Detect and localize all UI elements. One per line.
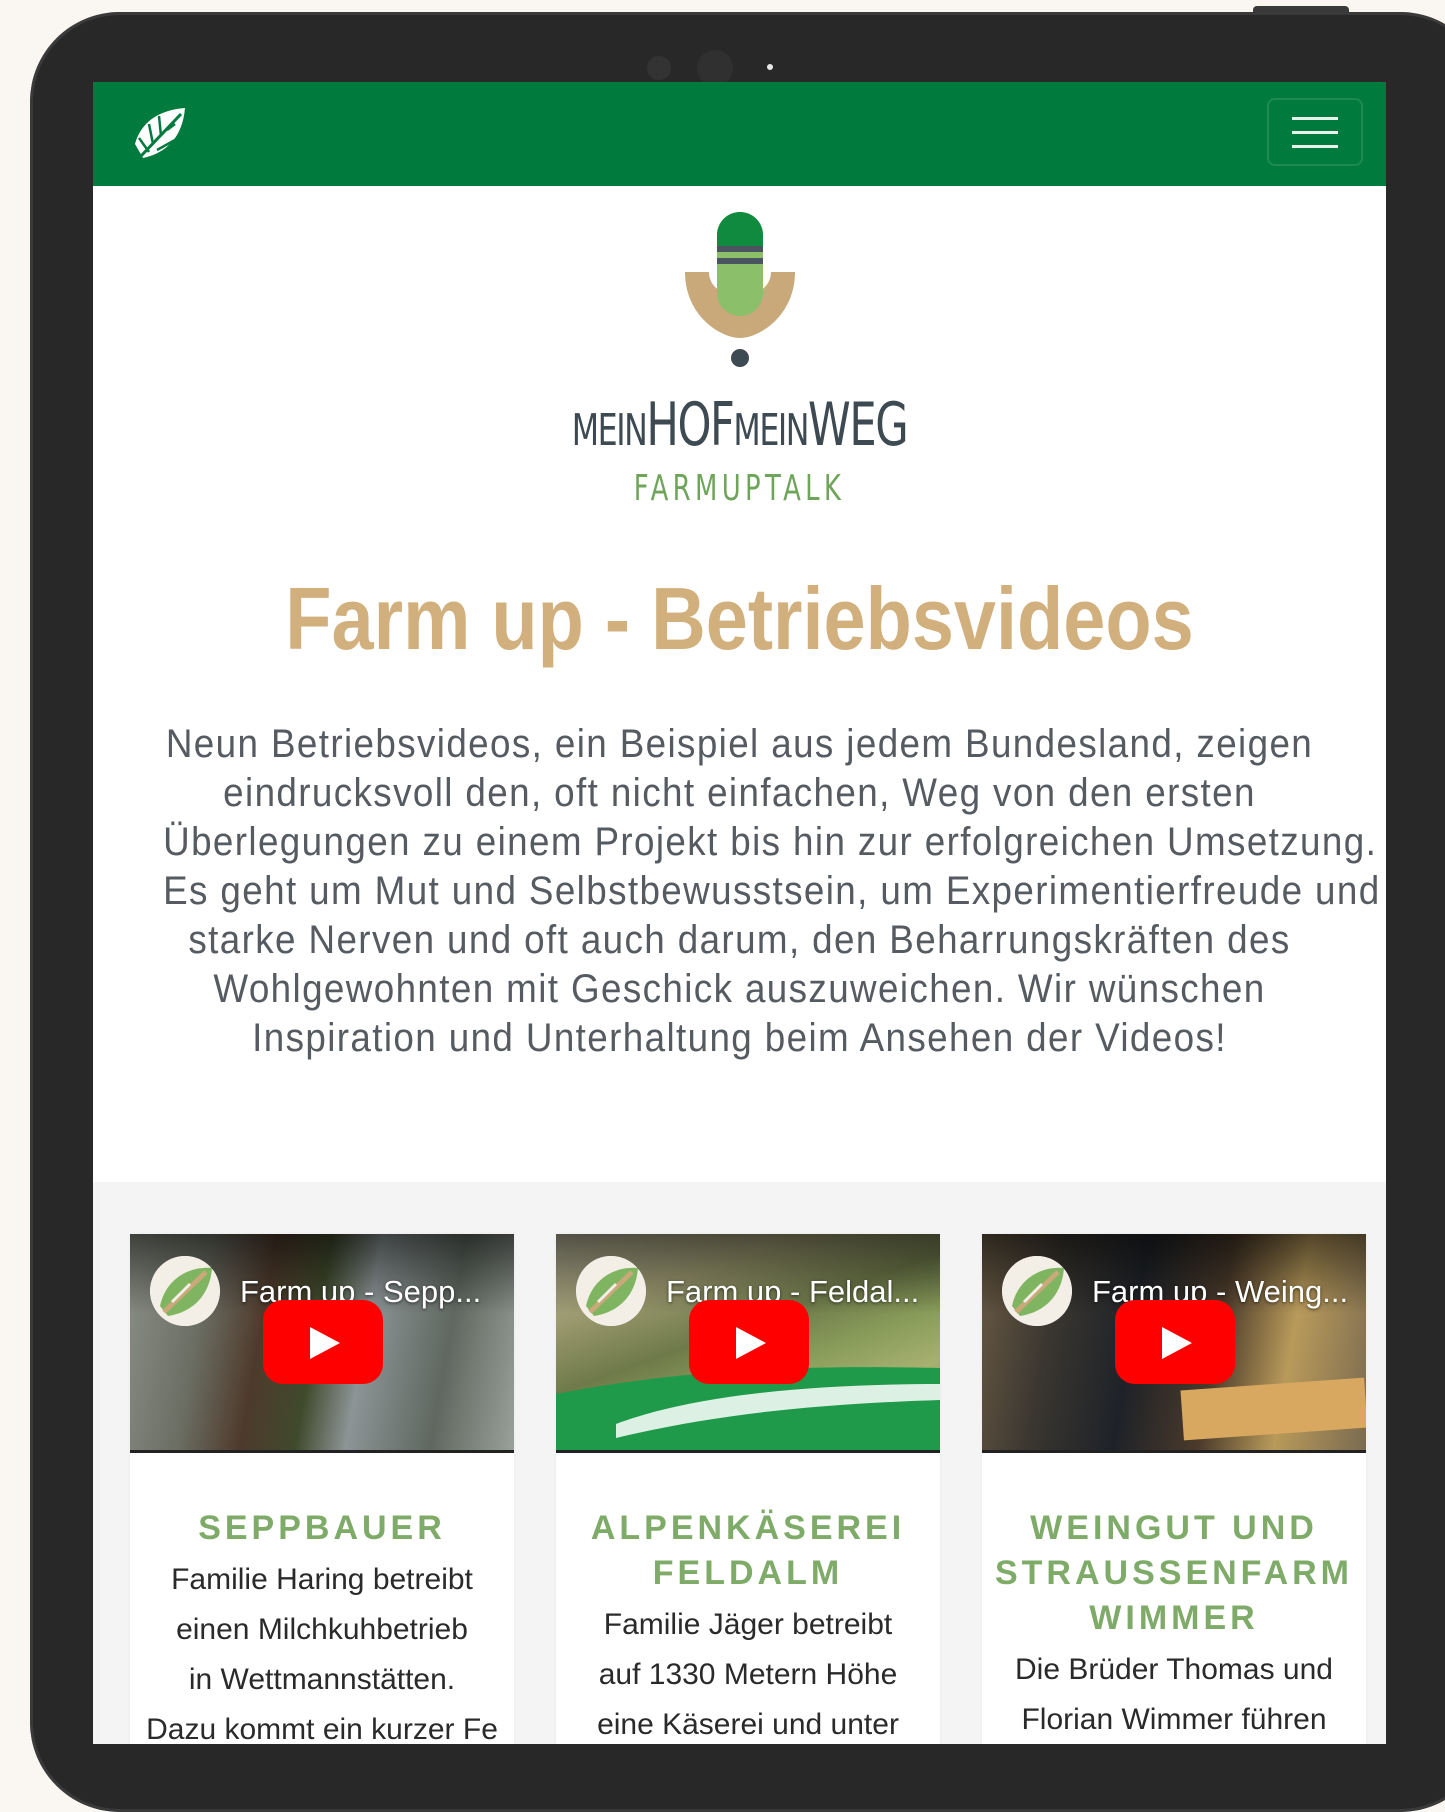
intro-line: eindrucksvoll den, oft nicht einfachen, …	[223, 771, 1256, 815]
video-card-feldalm: Farm up - Feldal... ALPENKÄSEREI FELDALM…	[556, 1234, 940, 1744]
card-title: ALPENKÄSEREI FELDALM	[556, 1506, 940, 1596]
navbar	[93, 82, 1386, 186]
card-description: Familie Jäger betreibt auf 1330 Metern H…	[566, 1600, 930, 1744]
youtube-video-embed[interactable]: Farm up - Feldal...	[556, 1234, 940, 1453]
channel-avatar[interactable]	[576, 1256, 646, 1326]
screen: MEINHOFMEINWEG FARMUPTALK Farm up - Betr…	[93, 82, 1386, 1744]
youtube-video-embed[interactable]: Farm up - Sepp...	[130, 1234, 514, 1453]
intro-line: Inspiration und Unterhaltung beim Ansehe…	[252, 1016, 1227, 1060]
card-text-line: Familie Haring betreibt	[171, 1563, 473, 1596]
video-card-wimmer: Farm up - Weing... WEINGUT UND STRAUSSEN…	[982, 1234, 1366, 1744]
video-card-seppbauer: Farm up - Sepp... SEPPBAUER Familie Hari…	[130, 1234, 514, 1744]
microphone-logo-icon	[685, 212, 795, 367]
card-text-line: Florian Wimmer führen	[1021, 1703, 1327, 1736]
card-title-line: WIMMER	[1089, 1599, 1259, 1637]
brand-name-part: MEIN	[571, 405, 648, 456]
play-button-icon[interactable]	[689, 1300, 809, 1384]
youtube-video-embed[interactable]: Farm up - Weing...	[982, 1234, 1366, 1453]
leaf-logo-icon[interactable]	[131, 104, 189, 162]
channel-avatar[interactable]	[1002, 1256, 1072, 1326]
intro-line: Überlegungen zu einem Projekt bis hin zu…	[163, 820, 1378, 864]
card-title: WEINGUT UND STRAUSSENFARM WIMMER	[982, 1506, 1366, 1641]
intro-line: Neun Betriebsvideos, ein Beispiel aus je…	[165, 722, 1314, 766]
play-button-icon[interactable]	[263, 1300, 383, 1384]
brand-name: MEINHOFMEINWEG	[274, 390, 1205, 460]
card-description: Familie Haring betreibt einen Milchkuhbe…	[140, 1555, 504, 1744]
brand-name-part: MEIN	[733, 405, 809, 456]
card-title: SEPPBAUER	[130, 1506, 514, 1551]
card-text-line: in Wettmannstätten.	[188, 1663, 456, 1696]
card-title-line: ALPENKÄSEREI	[590, 1509, 906, 1547]
hamburger-menu-icon[interactable]	[1267, 98, 1363, 166]
card-description: Die Brüder Thomas und Florian Wimmer füh…	[992, 1645, 1356, 1744]
card-text-line: einen Milchkuhbetrieb	[176, 1613, 468, 1646]
channel-avatar[interactable]	[150, 1256, 220, 1326]
intro-paragraph: Neun Betriebsvideos, ein Beispiel aus je…	[113, 720, 1381, 1063]
card-title-line: FELDALM	[652, 1554, 844, 1592]
intro-line: Es geht um Mut und Selbstbewusstsein, um…	[163, 869, 1381, 913]
tablet-camera	[697, 50, 733, 86]
brand-subtitle: FARMUPTALK	[633, 468, 846, 509]
card-text-line: eine Käserei und unter	[597, 1708, 899, 1741]
brand-name-part: WEG	[808, 390, 909, 460]
card-title-line: SEPPBAUER	[198, 1509, 446, 1547]
card-title-line: STRAUSSENFARM	[994, 1554, 1354, 1592]
card-text-line: Familie Jäger betreibt	[603, 1608, 893, 1641]
card-text-line: Dazu kommt ein kurzer Fe	[146, 1713, 498, 1744]
card-title-line: WEINGUT UND	[1030, 1509, 1318, 1547]
play-button-icon[interactable]	[1115, 1300, 1235, 1384]
intro-line: starke Nerven und oft auch darum, den Be…	[188, 918, 1291, 962]
card-text-line: auf 1330 Metern Höhe	[598, 1658, 898, 1691]
tablet-sensor	[647, 56, 671, 80]
tablet-light	[767, 64, 773, 70]
intro-line: Wohlgewohnten mit Geschick auszuweichen.…	[213, 967, 1266, 1011]
page-title: Farm up - Betriebsvideos	[285, 569, 1194, 668]
brand-name-part: HOF	[646, 390, 734, 460]
card-text-line: Die Brüder Thomas und	[1015, 1653, 1333, 1686]
